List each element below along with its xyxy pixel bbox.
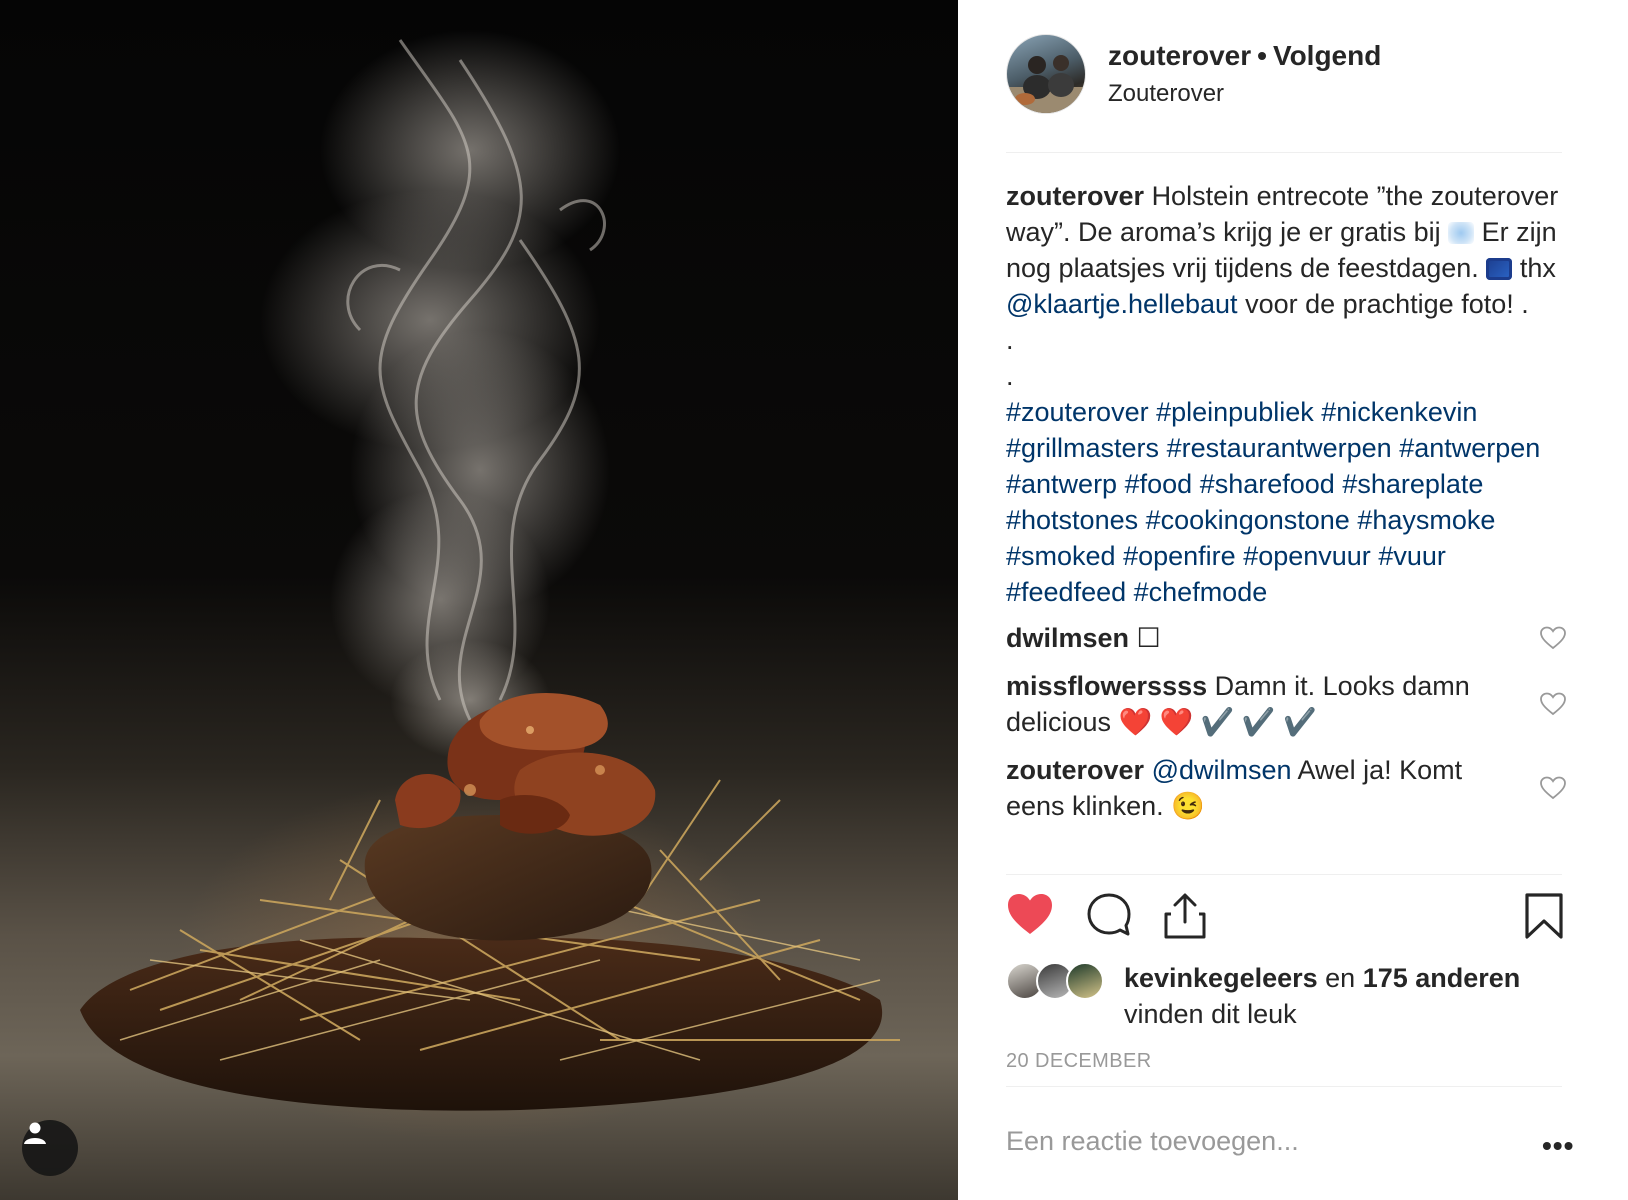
more-options-button[interactable]: ••• <box>1542 1130 1574 1162</box>
action-bar <box>1006 892 1564 948</box>
avatar-image <box>1007 55 1085 113</box>
avatar[interactable] <box>1006 34 1086 114</box>
sparkle-emoji-icon <box>1486 258 1513 280</box>
comment-emojis: ❤️ ❤️ ✔️ ✔️ ✔️ <box>1118 707 1317 737</box>
photo-illustration <box>80 30 900 1111</box>
comment-username[interactable]: missflowerssss <box>1006 671 1207 701</box>
caption-username[interactable]: zouterover <box>1006 181 1144 211</box>
likes-summary: kevinkegeleers en 175 anderen vinden dit… <box>1006 960 1566 1032</box>
comment-username[interactable]: zouterover <box>1006 755 1144 785</box>
caption-text-3: thx <box>1519 253 1556 283</box>
hashtag[interactable]: #antwerpen <box>1399 433 1540 463</box>
post-photo[interactable] <box>0 0 958 1200</box>
hashtag[interactable]: #restaurantwerpen <box>1167 433 1392 463</box>
footer-divider <box>1006 1086 1562 1087</box>
hashtag[interactable]: #antwerp <box>1006 469 1117 499</box>
post-side-panel: zouterover • Volgend Zouterover zouterover… <box>958 0 1628 1200</box>
comment-bubble-icon[interactable] <box>1086 892 1132 938</box>
hashtag[interactable]: #nickenkevin <box>1321 397 1477 427</box>
hashtag[interactable]: #smoked <box>1006 541 1116 571</box>
post-date[interactable]: 20 DECEMBER <box>1006 1050 1152 1073</box>
caption-mention[interactable]: @klaartje.hellebaut <box>1006 289 1238 319</box>
post-header: zouterover • Volgend Zouterover <box>1006 34 1562 154</box>
liker-avatar[interactable] <box>1066 962 1104 1000</box>
heart-outline-icon[interactable] <box>1540 626 1566 650</box>
hashtag[interactable]: #vuur <box>1378 541 1446 571</box>
post-header-title: zouterover • Volgend <box>1108 40 1381 72</box>
post-username[interactable]: zouterover <box>1108 40 1251 71</box>
hashtag[interactable]: #grillmasters <box>1006 433 1159 463</box>
comment-row: missflowerssss Damn it. Looks damn delic… <box>1006 668 1566 740</box>
caption-dot-2: . <box>1006 361 1014 391</box>
smoke <box>260 30 620 760</box>
comments-divider <box>1006 874 1562 875</box>
caption-text-4: voor de prachtige foto! . <box>1245 289 1529 319</box>
hashtag[interactable]: #openfire <box>1123 541 1236 571</box>
wink-emoji-icon: 😉 <box>1171 791 1205 821</box>
hashtag[interactable]: #shareplate <box>1342 469 1483 499</box>
person-icon <box>24 1122 46 1144</box>
follow-status-button[interactable]: Volgend <box>1273 40 1381 71</box>
caption: zouterover Holstein entrecote ”the zoute… <box>1006 178 1566 610</box>
comment-row: dwilmsen ☐ <box>1006 620 1566 656</box>
hashtag[interactable]: #zouterover <box>1006 397 1149 427</box>
hashtag[interactable]: #pleinpubliek <box>1156 397 1314 427</box>
heart-outline-icon[interactable] <box>1540 692 1566 716</box>
hashtag[interactable]: #cookingonstone <box>1146 505 1350 535</box>
likes-suffix: vinden dit leuk <box>1124 999 1297 1029</box>
hashtag[interactable]: #feedfeed <box>1006 577 1126 607</box>
post-location[interactable]: Zouterover <box>1108 80 1224 108</box>
comment-username[interactable]: dwilmsen <box>1006 623 1129 653</box>
share-icon[interactable] <box>1162 892 1208 940</box>
hashtag[interactable]: #food <box>1125 469 1193 499</box>
comment-mention[interactable]: @dwilmsen <box>1152 755 1292 785</box>
hashtag[interactable]: #chefmode <box>1134 577 1268 607</box>
hashtag[interactable]: #haysmoke <box>1357 505 1495 535</box>
hashtag[interactable]: #openvuur <box>1243 541 1371 571</box>
comment-text: ☐ <box>1136 623 1161 653</box>
user-tag-icon[interactable] <box>22 1120 78 1176</box>
heart-outline-icon[interactable] <box>1540 776 1566 800</box>
add-comment-input[interactable]: Een reactie toevoegen... <box>1006 1126 1299 1157</box>
heart-filled-icon[interactable] <box>1006 892 1054 936</box>
header-divider <box>1006 152 1562 153</box>
first-liker[interactable]: kevinkegeleers <box>1124 963 1318 993</box>
dash-emoji-icon <box>1448 222 1475 244</box>
comments-section: zouterover Holstein entrecote ”the zoute… <box>1006 178 1566 836</box>
caption-dot-1: . <box>1006 325 1014 355</box>
likes-connector: en <box>1325 963 1356 993</box>
comment-row: zouterover @dwilmsen Awel ja! Komt eens … <box>1006 752 1566 824</box>
bookmark-icon[interactable] <box>1524 892 1564 940</box>
liker-avatars <box>1006 962 1106 1002</box>
separator-dot: • <box>1257 40 1267 71</box>
likes-others[interactable]: 175 anderen <box>1363 963 1521 993</box>
hashtag[interactable]: #sharefood <box>1200 469 1335 499</box>
caption-hashtags: #zouterover #pleinpubliek #nickenkevin #… <box>1006 394 1566 610</box>
hashtag[interactable]: #hotstones <box>1006 505 1138 535</box>
